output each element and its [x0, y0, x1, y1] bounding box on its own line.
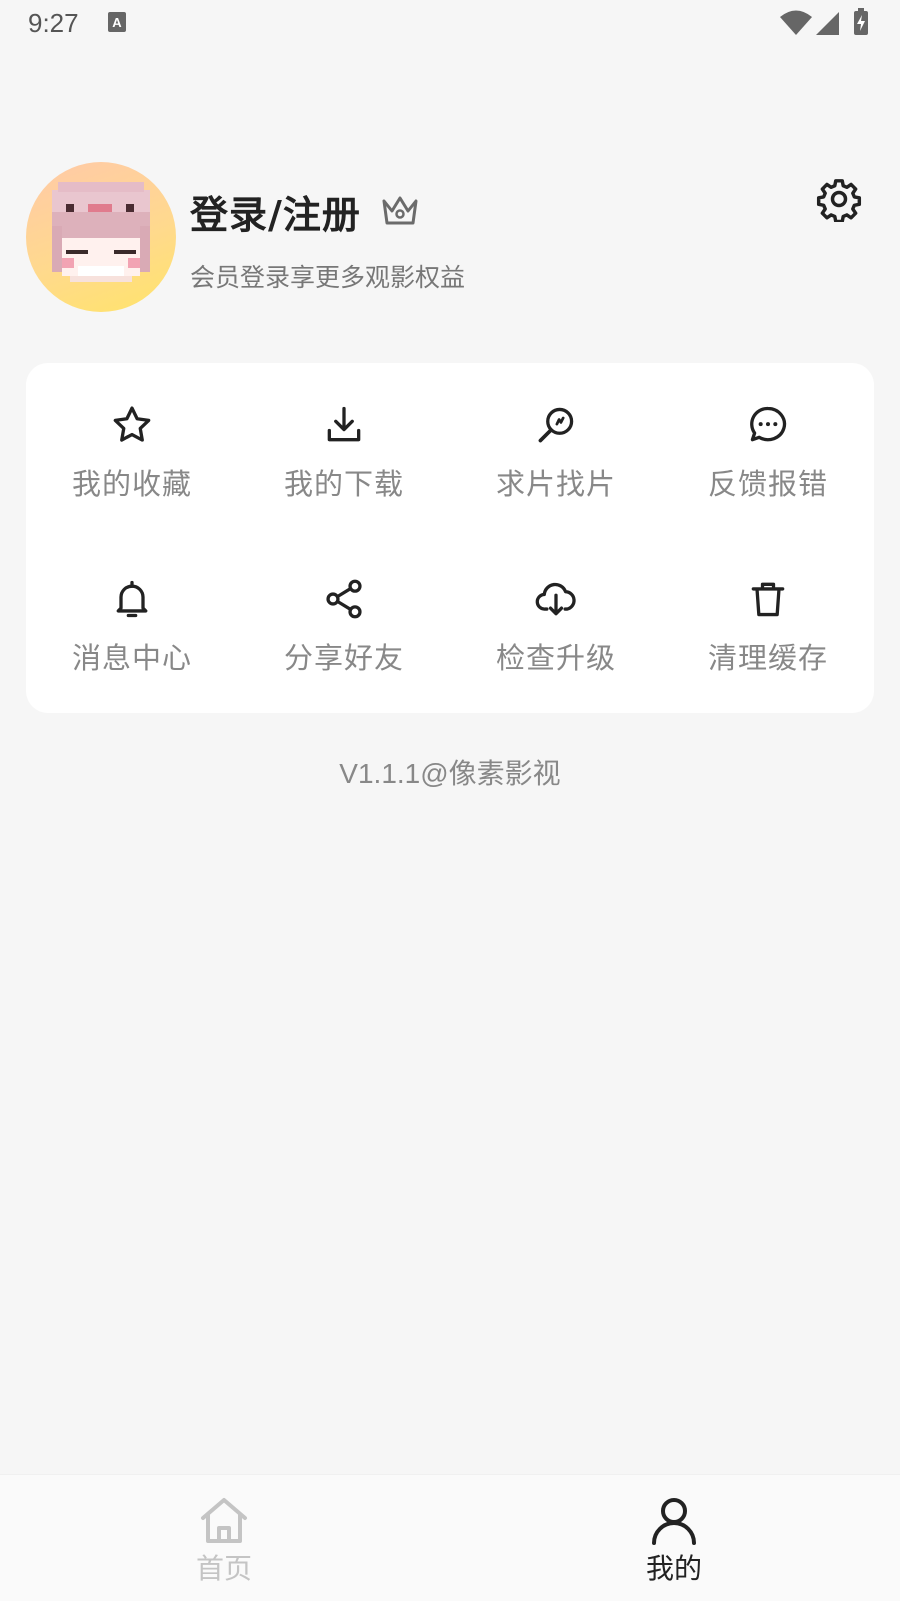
battery-charging-icon	[853, 8, 869, 40]
menu-item-clear-cache[interactable]: 清理缓存	[662, 537, 874, 713]
trash-icon	[746, 577, 790, 621]
gear-icon[interactable]	[816, 176, 862, 226]
menu-item-messages[interactable]: 消息中心	[26, 537, 238, 713]
menu-item-downloads[interactable]: 我的下载	[238, 363, 450, 537]
wifi-icon	[780, 10, 812, 40]
nav-item-mine[interactable]: 我的	[524, 1475, 824, 1601]
avatar[interactable]	[26, 162, 176, 312]
login-register-link[interactable]: 登录/注册	[190, 184, 361, 239]
profile-header: 登录/注册 会员登录享更多观影权益	[26, 162, 874, 312]
menu-item-label: 清理缓存	[707, 641, 828, 675]
menu-item-label: 反馈报错	[707, 467, 828, 501]
bell-icon	[110, 577, 154, 621]
a-keyboard-icon: A	[108, 12, 128, 38]
svg-text:A: A	[112, 15, 122, 30]
nav-item-home[interactable]: 首页	[74, 1475, 374, 1601]
menu-item-check-update[interactable]: 检查升级	[450, 537, 662, 713]
download-icon	[322, 403, 366, 447]
crown-icon	[380, 193, 420, 231]
signal-icon	[815, 10, 841, 40]
home-icon	[198, 1495, 250, 1547]
chat-bubble-icon	[746, 403, 790, 447]
cloud-download-icon	[534, 577, 578, 621]
user-icon	[649, 1495, 699, 1547]
pixel-avatar-icon	[52, 182, 150, 282]
menu-item-favorites[interactable]: 我的收藏	[26, 363, 238, 537]
nav-label-home: 首页	[195, 1552, 252, 1585]
menu-item-share[interactable]: 分享好友	[238, 537, 450, 713]
nav-label-mine: 我的	[645, 1552, 702, 1585]
menu-item-label: 分享好友	[283, 641, 404, 675]
menu-item-label: 消息中心	[71, 641, 192, 675]
menu-item-label: 检查升级	[495, 641, 616, 675]
menu-item-label: 求片找片	[495, 467, 616, 501]
magnifier-icon	[534, 403, 578, 447]
share-icon	[322, 577, 366, 621]
menu-item-request-movie[interactable]: 求片找片	[450, 363, 662, 537]
login-subtitle: 会员登录享更多观影权益	[190, 263, 466, 292]
status-time: 9:27	[28, 8, 79, 38]
menu-item-label: 我的收藏	[71, 467, 192, 501]
bottom-nav: 首页 我的	[0, 1474, 900, 1601]
menu-item-feedback[interactable]: 反馈报错	[662, 363, 874, 537]
status-bar: 9:27 A	[0, 0, 900, 48]
star-icon	[110, 403, 154, 447]
menu-item-label: 我的下载	[283, 467, 404, 501]
menu-card: 我的收藏 我的下载 求片找片 反馈报错 消息中心 分享好友 检查升级 清理缓存	[26, 363, 874, 713]
version-text: V1.1.1@像素影视	[339, 758, 561, 789]
